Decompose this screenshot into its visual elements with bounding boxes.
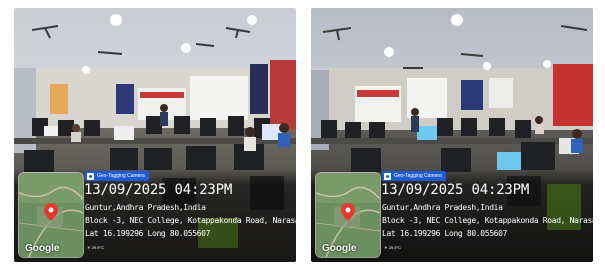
weather-reading: ☀ 29.9°C <box>87 245 104 250</box>
geotag-photo-left: Google Geo-Tagging Camera 13/09/2025 04:… <box>14 8 296 262</box>
badge-label: Geo-Tagging Camera <box>97 173 145 179</box>
geotag-camera-badge: Geo-Tagging Camera <box>382 171 446 181</box>
google-map-logo: Google <box>322 243 357 254</box>
location-address: Block -3, NEC College, Kotappakonda Road… <box>382 216 593 225</box>
timestamp: 13/09/2025 04:23PM <box>381 182 530 198</box>
camera-icon <box>87 172 94 180</box>
location-city: Guntur,Andhra Pradesh,India <box>85 203 206 212</box>
map-thumbnail: Google <box>18 172 84 258</box>
map-thumbnail: Google <box>315 172 381 258</box>
geotag-photo-right: Google Geo-Tagging Camera 13/09/2025 04:… <box>311 8 593 262</box>
google-map-logo: Google <box>25 243 60 254</box>
badge-label: Geo-Tagging Camera <box>394 173 442 179</box>
weather-reading: ☀ 29.9°C <box>384 245 401 250</box>
location-coordinates: Lat 16.199296 Long 80.055607 <box>382 229 508 238</box>
location-coordinates: Lat 16.199296 Long 80.055607 <box>85 229 211 238</box>
location-city: Guntur,Andhra Pradesh,India <box>382 203 503 212</box>
location-address: Block -3, NEC College, Kotappakonda Road… <box>85 216 296 225</box>
camera-icon <box>384 172 391 180</box>
geotag-camera-badge: Geo-Tagging Camera <box>85 171 149 181</box>
timestamp: 13/09/2025 04:23PM <box>84 182 233 198</box>
